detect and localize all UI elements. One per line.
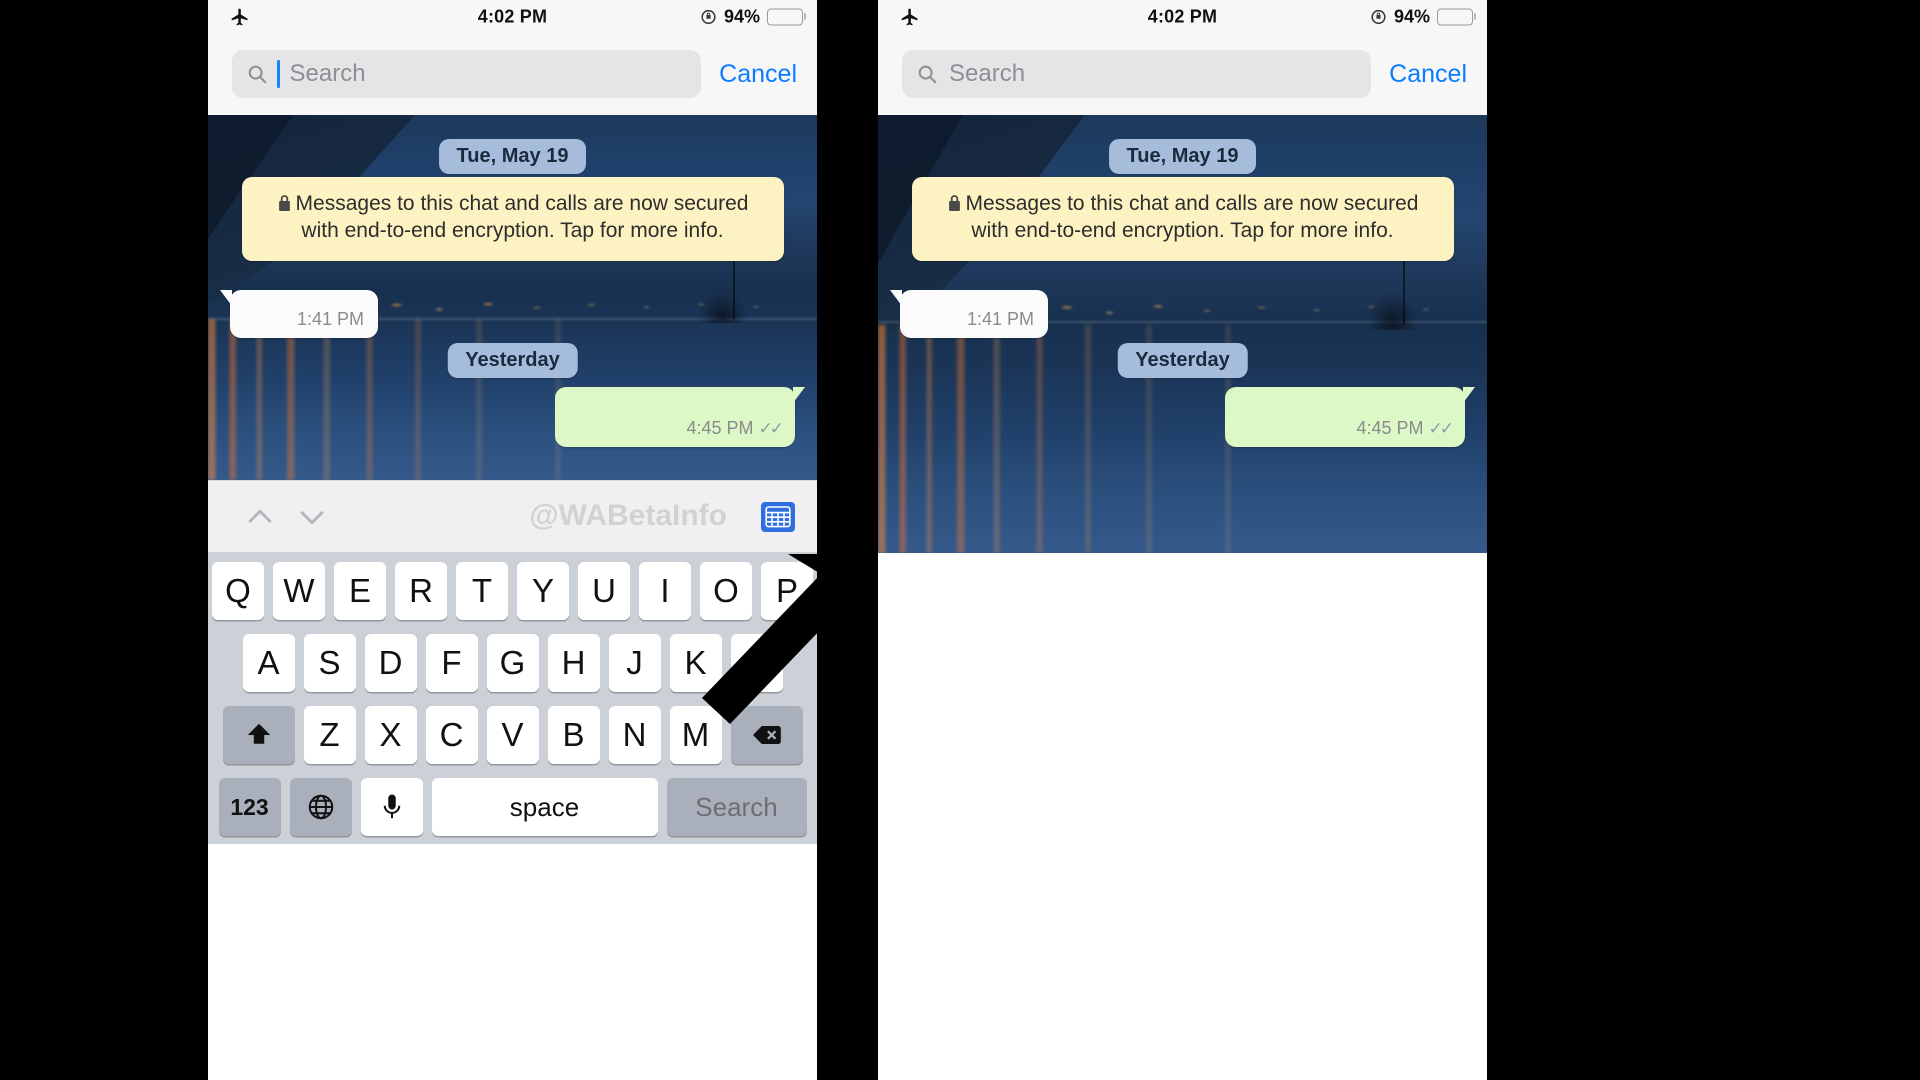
numeric-key[interactable]: 123 bbox=[218, 778, 281, 836]
text-caret bbox=[277, 60, 280, 88]
message-bubble-outgoing[interactable]: 4:45 PM ✓✓ bbox=[555, 387, 805, 447]
key-b[interactable]: B bbox=[547, 706, 600, 764]
message-time-label: 4:45 PM bbox=[1356, 418, 1424, 438]
microphone-icon[interactable] bbox=[360, 778, 423, 836]
status-bar-left-group bbox=[900, 7, 920, 27]
encryption-notice-bubble[interactable]: Messages to this chat and calls are now … bbox=[911, 177, 1454, 261]
date-divider-yesterday: Yesterday bbox=[447, 343, 578, 378]
key-d[interactable]: D bbox=[364, 634, 417, 692]
cancel-button[interactable]: Cancel bbox=[715, 60, 797, 89]
key-u[interactable]: U bbox=[578, 562, 630, 620]
search-icon bbox=[916, 63, 938, 85]
key-y[interactable]: Y bbox=[517, 562, 569, 620]
shift-icon[interactable] bbox=[222, 706, 295, 764]
key-c[interactable]: C bbox=[425, 706, 478, 764]
search-placeholder: Search bbox=[289, 60, 366, 87]
watermark-small: @WABetaInfo bbox=[529, 499, 727, 532]
key-j[interactable]: J bbox=[608, 634, 661, 692]
search-icon bbox=[246, 63, 268, 85]
message-timestamp: 4:45 PM ✓✓ bbox=[1356, 418, 1454, 439]
message-timestamp: 4:45 PM ✓✓ bbox=[686, 418, 784, 439]
globe-icon[interactable] bbox=[289, 778, 352, 836]
airplane-mode-icon bbox=[900, 7, 920, 27]
key-e[interactable]: E bbox=[334, 562, 386, 620]
phone-screenshot-right: 4:02 PM 94% Search Cancel Tue, May 19 Me… bbox=[878, 0, 1487, 1080]
keyboard-row-4: 123 space Search bbox=[212, 778, 813, 836]
search-input[interactable]: Search bbox=[902, 50, 1372, 98]
airplane-mode-icon bbox=[230, 7, 250, 27]
encryption-notice-text: Messages to this chat and calls are now … bbox=[295, 192, 749, 242]
key-t[interactable]: T bbox=[456, 562, 508, 620]
search-next-button[interactable] bbox=[286, 491, 338, 543]
message-time-label: 4:45 PM bbox=[686, 418, 754, 438]
status-bar-right-group: 94% bbox=[1370, 6, 1473, 27]
screenshot-stage: 4:02 PM 94% Search Cancel Tue, May 19 Me… bbox=[0, 0, 1920, 1080]
chat-conversation-left: Tue, May 19 Messages to this chat and ca… bbox=[208, 115, 817, 480]
lock-icon bbox=[947, 194, 962, 212]
search-navigation-toolbar: @WABetaInfo bbox=[208, 480, 817, 552]
keyboard-row-3-letters: ZXCVBNM bbox=[303, 706, 722, 764]
message-bubble-outgoing[interactable]: 4:45 PM ✓✓ bbox=[1225, 387, 1475, 447]
message-bubble-incoming[interactable]: 1:41 PM bbox=[890, 290, 1048, 338]
pointer-arrow-annotation bbox=[702, 554, 817, 724]
status-bar-left-group bbox=[230, 7, 250, 27]
message-timestamp: 1:41 PM bbox=[966, 309, 1034, 329]
key-g[interactable]: G bbox=[486, 634, 539, 692]
battery-percent-label: 94% bbox=[723, 6, 760, 26]
search-key[interactable]: Search bbox=[666, 778, 807, 836]
search-header-right: Search Cancel bbox=[878, 33, 1487, 115]
lock-icon bbox=[277, 194, 292, 212]
phone-screenshot-left: 4:02 PM 94% Search Cancel Tue, May 19 Me… bbox=[208, 0, 817, 1080]
key-q[interactable]: Q bbox=[212, 562, 264, 620]
chat-conversation-right: Tue, May 19 Messages to this chat and ca… bbox=[878, 115, 1487, 553]
key-z[interactable]: Z bbox=[303, 706, 356, 764]
key-x[interactable]: X bbox=[364, 706, 417, 764]
message-timestamp: 1:41 PM bbox=[296, 309, 364, 329]
battery-low-power-icon bbox=[1437, 8, 1473, 25]
read-receipt-double-check-icon: ✓✓ bbox=[758, 418, 784, 438]
status-bar-left: 4:02 PM 94% bbox=[208, 0, 817, 33]
date-divider-tue-may-19: Tue, May 19 bbox=[1108, 139, 1257, 174]
status-bar-clock: 4:02 PM bbox=[477, 6, 548, 26]
space-key[interactable]: space bbox=[431, 778, 658, 836]
key-f[interactable]: F bbox=[425, 634, 478, 692]
read-receipt-double-check-icon: ✓✓ bbox=[1428, 418, 1454, 438]
status-bar-right: 4:02 PM 94% bbox=[878, 0, 1487, 33]
key-h[interactable]: H bbox=[547, 634, 600, 692]
key-s[interactable]: S bbox=[303, 634, 356, 692]
key-w[interactable]: W bbox=[273, 562, 325, 620]
encryption-notice-bubble[interactable]: Messages to this chat and calls are now … bbox=[241, 177, 784, 261]
calendar-button[interactable] bbox=[761, 501, 795, 532]
date-divider-yesterday: Yesterday bbox=[1117, 343, 1248, 378]
search-header-left: Search Cancel bbox=[208, 33, 817, 115]
rotation-lock-icon bbox=[700, 8, 717, 25]
key-r[interactable]: R bbox=[395, 562, 447, 620]
status-bar-clock: 4:02 PM bbox=[1147, 6, 1218, 26]
battery-percent-label: 94% bbox=[1393, 6, 1430, 26]
search-placeholder: Search bbox=[949, 60, 1026, 87]
cancel-button[interactable]: Cancel bbox=[1385, 60, 1467, 89]
search-input[interactable]: Search bbox=[232, 50, 702, 98]
rotation-lock-icon bbox=[1370, 8, 1387, 25]
message-bubble-incoming[interactable]: 1:41 PM bbox=[220, 290, 378, 338]
key-a[interactable]: A bbox=[242, 634, 295, 692]
key-v[interactable]: V bbox=[486, 706, 539, 764]
search-previous-button[interactable] bbox=[234, 491, 286, 543]
status-bar-right-group: 94% bbox=[700, 6, 803, 27]
battery-low-power-icon bbox=[767, 8, 803, 25]
key-n[interactable]: N bbox=[608, 706, 661, 764]
date-divider-tue-may-19: Tue, May 19 bbox=[438, 139, 587, 174]
encryption-notice-text: Messages to this chat and calls are now … bbox=[965, 192, 1419, 242]
